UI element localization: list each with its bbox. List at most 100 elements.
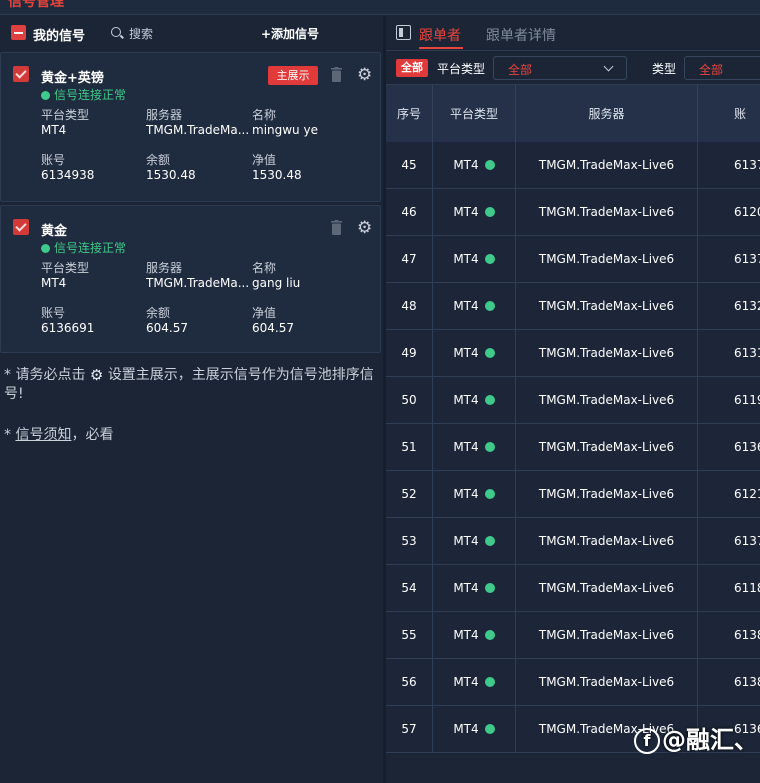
- gear-icon[interactable]: ⚙: [357, 220, 374, 237]
- cell-platform-text: MT4: [453, 205, 479, 219]
- type-filter-value: 全部: [699, 63, 724, 77]
- cell-platform-text: MT4: [453, 346, 479, 360]
- account-value: 6134938: [41, 168, 95, 182]
- table-row[interactable]: 55 MT4 TMGM.TradeMax-Live6 6138: [386, 612, 760, 659]
- cell-platform: MT4: [433, 518, 516, 565]
- cell-server: TMGM.TradeMax-Live6: [516, 142, 698, 189]
- balance-label: 余额: [146, 306, 171, 320]
- online-dot-icon: [484, 301, 495, 311]
- cell-platform-text: MT4: [453, 158, 479, 172]
- owner-value: gang liu: [252, 276, 301, 290]
- my-signals-title: 我的信号: [33, 29, 86, 44]
- watermark-text: @融汇、: [662, 726, 758, 754]
- column-header-server[interactable]: 服务器: [516, 85, 698, 143]
- status-dot-icon: [41, 91, 50, 100]
- table-row[interactable]: 51 MT4 TMGM.TradeMax-Live6 6136: [386, 424, 760, 471]
- signal-panel: 我的信号 搜索 +添加信号 黄金+英镑 信号连接正常 主展示 ⚙ 平台类型 MT…: [0, 16, 383, 783]
- signal-card[interactable]: 黄金+英镑 信号连接正常 主展示 ⚙ 平台类型 MT4 服务器 TMGM.Tra…: [0, 52, 381, 202]
- platform-label: 平台类型: [41, 261, 90, 275]
- platform-filter-label: 平台类型: [437, 62, 486, 76]
- cell-no: 53: [386, 518, 433, 565]
- equity-value: 604.57: [252, 321, 294, 335]
- table-row[interactable]: 50 MT4 TMGM.TradeMax-Live6 6119: [386, 377, 760, 424]
- signal-card[interactable]: 黄金 信号连接正常 ⚙ 平台类型 MT4 服务器 TMGM.TradeMa...…: [0, 205, 381, 353]
- cell-server: TMGM.TradeMax-Live6: [516, 330, 698, 377]
- signal-panel-header: 我的信号 搜索 +添加信号: [0, 16, 383, 50]
- cell-server: TMGM.TradeMax-Live6: [516, 377, 698, 424]
- cell-no: 55: [386, 612, 433, 659]
- column-header-no[interactable]: 序号: [386, 85, 433, 143]
- tab-followers[interactable]: 跟单者: [419, 25, 461, 45]
- online-dot-icon: [484, 536, 495, 546]
- title-bar: 信号管理: [0, 0, 760, 15]
- column-header-account[interactable]: 账: [698, 85, 760, 143]
- platform-filter-value: 全部: [508, 63, 533, 77]
- table-row[interactable]: 54 MT4 TMGM.TradeMax-Live6 6118: [386, 565, 760, 612]
- cell-account: 6120: [734, 205, 760, 219]
- online-dot-icon: [484, 442, 495, 452]
- type-filter-label: 类型: [652, 62, 677, 76]
- note-prefix: *: [4, 427, 16, 443]
- online-dot-icon: [484, 724, 495, 734]
- online-dot-icon: [484, 489, 495, 499]
- account-label: 账号: [41, 153, 66, 167]
- table-row[interactable]: 52 MT4 TMGM.TradeMax-Live6 6121: [386, 471, 760, 518]
- cell-no: 49: [386, 330, 433, 377]
- table-row[interactable]: 53 MT4 TMGM.TradeMax-Live6 6137: [386, 518, 760, 565]
- cell-platform: MT4: [433, 236, 516, 283]
- cell-platform-text: MT4: [453, 581, 479, 595]
- online-dot-icon: [484, 583, 495, 593]
- server-label: 服务器: [146, 261, 183, 275]
- filter-all-button[interactable]: 全部: [396, 59, 428, 77]
- cell-platform: MT4: [433, 424, 516, 471]
- cell-no: 54: [386, 565, 433, 612]
- cell-platform-text: MT4: [453, 440, 479, 454]
- trash-icon[interactable]: [331, 220, 342, 235]
- table-row[interactable]: 56 MT4 TMGM.TradeMax-Live6 6138: [386, 659, 760, 706]
- sidebar-toggle-icon[interactable]: [396, 25, 411, 40]
- cell-no: 48: [386, 283, 433, 330]
- cell-account: 6119: [734, 393, 760, 407]
- platform-filter-select[interactable]: 全部: [493, 56, 627, 80]
- server-value: TMGM.TradeMa...: [146, 276, 248, 290]
- signal-notice-link[interactable]: 信号须知: [15, 427, 71, 443]
- online-dot-icon: [484, 395, 495, 405]
- add-signal-button[interactable]: +添加信号: [261, 25, 319, 42]
- table-row[interactable]: 46 MT4 TMGM.TradeMax-Live6 6120: [386, 189, 760, 236]
- cell-no: 47: [386, 236, 433, 283]
- gear-icon[interactable]: ⚙: [357, 67, 374, 84]
- cell-no: 50: [386, 377, 433, 424]
- signal-checkbox[interactable]: [13, 219, 29, 235]
- cell-no: 56: [386, 659, 433, 706]
- cell-platform: MT4: [433, 283, 516, 330]
- cell-platform: MT4: [433, 659, 516, 706]
- account-label: 账号: [41, 306, 66, 320]
- table-row[interactable]: 47 MT4 TMGM.TradeMax-Live6 6137: [386, 236, 760, 283]
- column-header-platform[interactable]: 平台类型: [433, 85, 516, 143]
- cell-server: TMGM.TradeMax-Live6: [516, 236, 698, 283]
- trash-icon[interactable]: [331, 67, 342, 82]
- signal-checkbox[interactable]: [13, 66, 29, 82]
- balance-value: 1530.48: [146, 168, 196, 182]
- cell-platform-text: MT4: [453, 393, 479, 407]
- cell-server: TMGM.TradeMax-Live6: [516, 565, 698, 612]
- cell-account: 6137: [734, 158, 760, 172]
- online-dot-icon: [484, 348, 495, 358]
- collapse-all-checkbox[interactable]: [11, 25, 26, 40]
- online-dot-icon: [484, 677, 495, 687]
- watermark: f @融汇、: [634, 720, 758, 755]
- cell-no: 45: [386, 142, 433, 189]
- search-button[interactable]: 搜索: [129, 25, 153, 42]
- cell-account: 6137: [734, 252, 760, 266]
- tab-follower-details[interactable]: 跟单者详情: [486, 25, 556, 45]
- table-row[interactable]: 45 MT4 TMGM.TradeMax-Live6 6137: [386, 142, 760, 189]
- cell-platform: MT4: [433, 612, 516, 659]
- search-icon[interactable]: [111, 27, 121, 37]
- online-dot-icon: [484, 207, 495, 217]
- connection-status-text: 信号连接正常: [54, 241, 127, 255]
- table-row[interactable]: 49 MT4 TMGM.TradeMax-Live6 6131: [386, 330, 760, 377]
- table-row[interactable]: 48 MT4 TMGM.TradeMax-Live6 6132: [386, 283, 760, 330]
- cell-platform-text: MT4: [453, 299, 479, 313]
- type-filter-select[interactable]: 全部: [684, 56, 760, 80]
- equity-label: 净值: [252, 306, 277, 320]
